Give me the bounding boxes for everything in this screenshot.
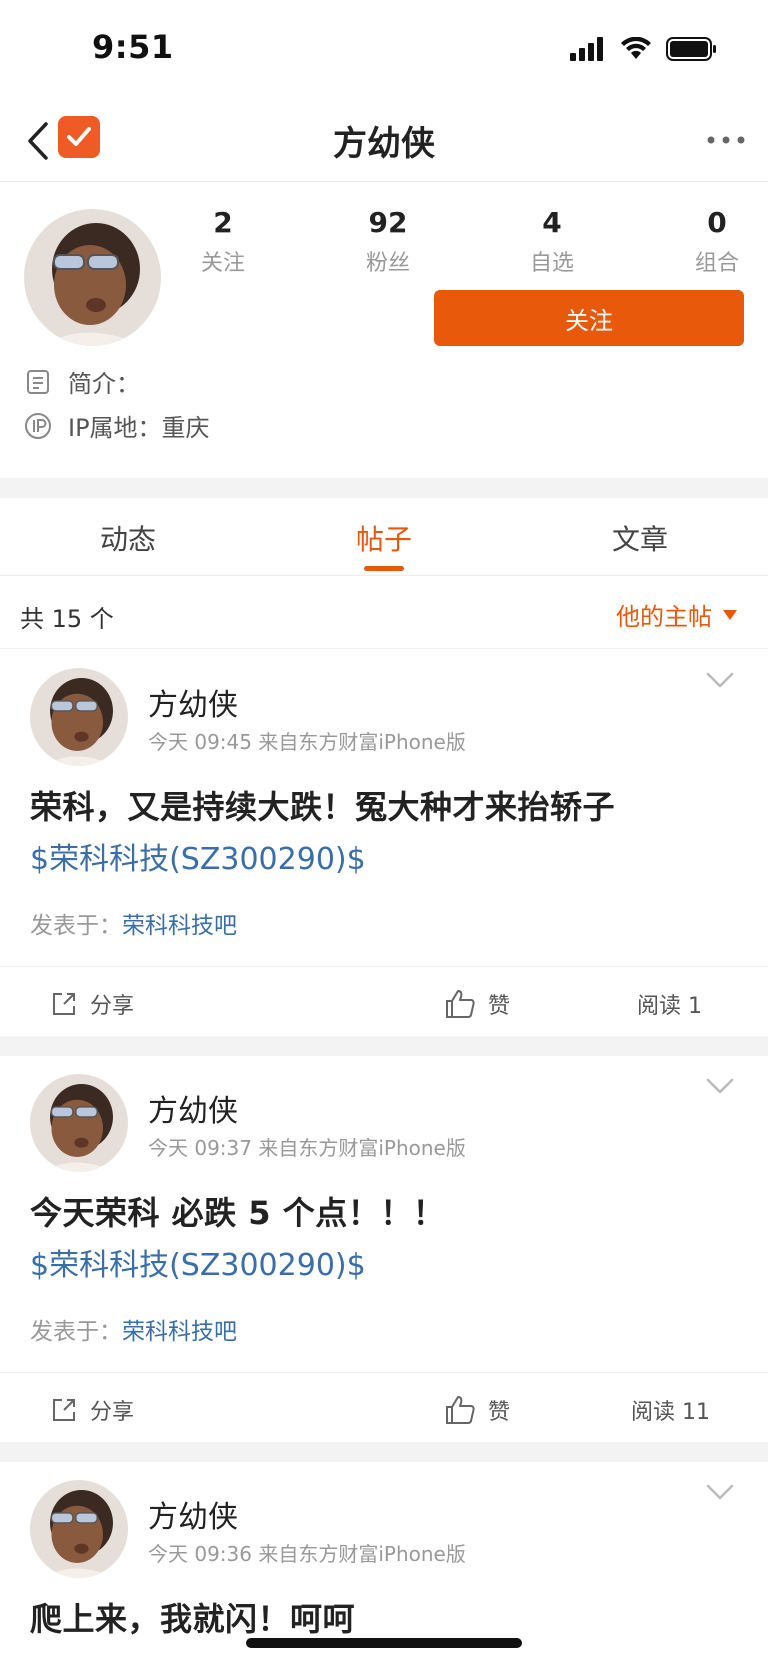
- section-divider: [0, 1442, 768, 1462]
- wifi-icon: [621, 37, 651, 59]
- like-button[interactable]: 赞: [444, 1394, 510, 1426]
- stat-label: 粉丝: [365, 251, 410, 276]
- post-title[interactable]: 今天荣科 必跌 5 个点！！！: [30, 1188, 445, 1234]
- stat-followers[interactable]: 92 粉丝: [328, 206, 448, 277]
- stat-label: 自选: [529, 251, 574, 276]
- share-label: 分享: [90, 994, 135, 1019]
- post-card[interactable]: 方幼侠 今天 09:36 来自东方财富iPhone版 爬上来，我就闪！呵呵: [0, 1462, 768, 1663]
- avatar-image: [30, 1480, 128, 1578]
- read-count: 阅读 11: [631, 1394, 710, 1426]
- avatar-image: [30, 1074, 128, 1172]
- post-meta: 今天 09:37 来自东方财富iPhone版: [148, 1136, 466, 1160]
- status-bar: 9:51: [0, 0, 768, 100]
- post-filter-dropdown[interactable]: 他的主帖: [616, 597, 738, 632]
- status-icons: [570, 36, 718, 62]
- nav-bar: 方幼侠: [0, 100, 768, 182]
- page-title: 方幼侠: [333, 124, 435, 164]
- thumbs-up-icon: [446, 990, 475, 1018]
- checkmark-icon: [67, 127, 91, 146]
- ip-location-label: IP属地：重庆: [68, 414, 210, 442]
- bio-row: 简介：: [24, 364, 140, 399]
- app-logo-icon[interactable]: [58, 116, 100, 158]
- home-indicator[interactable]: [246, 1638, 522, 1648]
- stat-value: 4: [542, 206, 562, 239]
- post-card[interactable]: 方幼侠 今天 09:37 来自东方财富iPhone版 今天荣科 必跌 5 个点！…: [0, 1056, 768, 1442]
- posted-in: 发表于：荣科科技吧: [30, 1312, 237, 1346]
- stat-label: 关注: [200, 251, 245, 276]
- stat-value: 2: [213, 206, 233, 239]
- back-button[interactable]: [18, 118, 58, 164]
- post-author[interactable]: 方幼侠: [148, 1086, 238, 1130]
- post-avatar[interactable]: [30, 1074, 128, 1172]
- stat-value: 92: [368, 206, 408, 239]
- ip-icon: [24, 412, 52, 440]
- post-author[interactable]: 方幼侠: [148, 680, 238, 724]
- post-card[interactable]: 方幼侠 今天 09:45 来自东方财富iPhone版 荣科，又是持续大跌！冤大种…: [0, 650, 768, 1036]
- stock-link[interactable]: $荣科科技(SZ300290)$: [30, 834, 366, 878]
- posted-in: 发表于：荣科科技吧: [30, 906, 237, 940]
- stat-portfolios[interactable]: 0 组合: [657, 206, 768, 277]
- tab-activity[interactable]: 动态: [48, 518, 208, 558]
- share-icon: [53, 993, 75, 1015]
- tab-articles[interactable]: 文章: [560, 518, 720, 558]
- chevron-down-icon[interactable]: [706, 670, 734, 690]
- stat-watchlist[interactable]: 4 自选: [492, 206, 612, 277]
- profile-avatar[interactable]: [24, 209, 161, 346]
- stock-bar-link[interactable]: 荣科科技吧: [122, 1319, 237, 1345]
- profile-header: 2 关注 92 粉丝 4 自选 0 组合 关注 简介： IP属地：重庆: [0, 182, 768, 478]
- stock-bar-link[interactable]: 荣科科技吧: [122, 913, 237, 939]
- read-count-label: 阅读 1: [637, 994, 702, 1019]
- like-label: 赞: [488, 994, 511, 1019]
- cellular-signal-icon: [570, 37, 603, 61]
- caret-down-icon: [723, 609, 737, 620]
- share-icon: [53, 1399, 75, 1421]
- section-divider: [0, 478, 768, 498]
- chevron-down-icon[interactable]: [706, 1482, 734, 1502]
- share-button[interactable]: 分享: [50, 1394, 134, 1426]
- chevron-down-icon[interactable]: [706, 1076, 734, 1096]
- post-meta: 今天 09:36 来自东方财富iPhone版: [148, 1542, 466, 1566]
- bio-label: 简介：: [68, 370, 140, 398]
- divider: [0, 966, 768, 967]
- battery-icon: [666, 37, 716, 61]
- posted-in-label: 发表于：: [30, 1319, 122, 1345]
- share-button[interactable]: 分享: [50, 988, 134, 1020]
- ip-location-row: IP属地：重庆: [24, 408, 210, 443]
- post-count: 共 15 个: [20, 605, 114, 633]
- chevron-left-icon: [28, 122, 48, 160]
- stat-label: 组合: [694, 251, 739, 276]
- post-title[interactable]: 爬上来，我就闪！呵呵: [30, 1594, 355, 1640]
- read-count: 阅读 1: [637, 988, 702, 1020]
- stat-following[interactable]: 2 关注: [163, 206, 283, 277]
- section-divider: [0, 1036, 768, 1056]
- read-count-label: 阅读 11: [631, 1400, 710, 1425]
- content-tabs: 动态 帖子 文章: [0, 498, 768, 576]
- more-button[interactable]: [702, 122, 750, 158]
- post-avatar[interactable]: [30, 1480, 128, 1578]
- post-avatar[interactable]: [30, 668, 128, 766]
- thumbs-up-icon: [446, 1396, 475, 1424]
- status-time: 9:51: [92, 28, 174, 66]
- share-label: 分享: [90, 1400, 135, 1425]
- post-meta: 今天 09:45 来自东方财富iPhone版: [148, 730, 466, 754]
- divider: [0, 1372, 768, 1373]
- stat-value: 0: [707, 206, 727, 239]
- filter-label: 他的主帖: [616, 603, 712, 631]
- posted-in-label: 发表于：: [30, 913, 122, 939]
- avatar-image: [30, 668, 128, 766]
- tab-posts[interactable]: 帖子: [304, 518, 464, 558]
- stock-link[interactable]: $荣科科技(SZ300290)$: [30, 1240, 366, 1284]
- active-tab-indicator: [364, 566, 404, 571]
- like-label: 赞: [488, 1400, 511, 1425]
- list-filter-bar: 共 15 个 他的主帖: [0, 577, 768, 649]
- post-title[interactable]: 荣科，又是持续大跌！冤大种才来抬轿子: [30, 782, 615, 828]
- like-button[interactable]: 赞: [444, 988, 510, 1020]
- more-dots-icon: [707, 136, 745, 144]
- avatar-image: [24, 209, 161, 346]
- follow-button[interactable]: 关注: [434, 290, 744, 346]
- post-author[interactable]: 方幼侠: [148, 1492, 238, 1536]
- document-icon: [24, 368, 52, 396]
